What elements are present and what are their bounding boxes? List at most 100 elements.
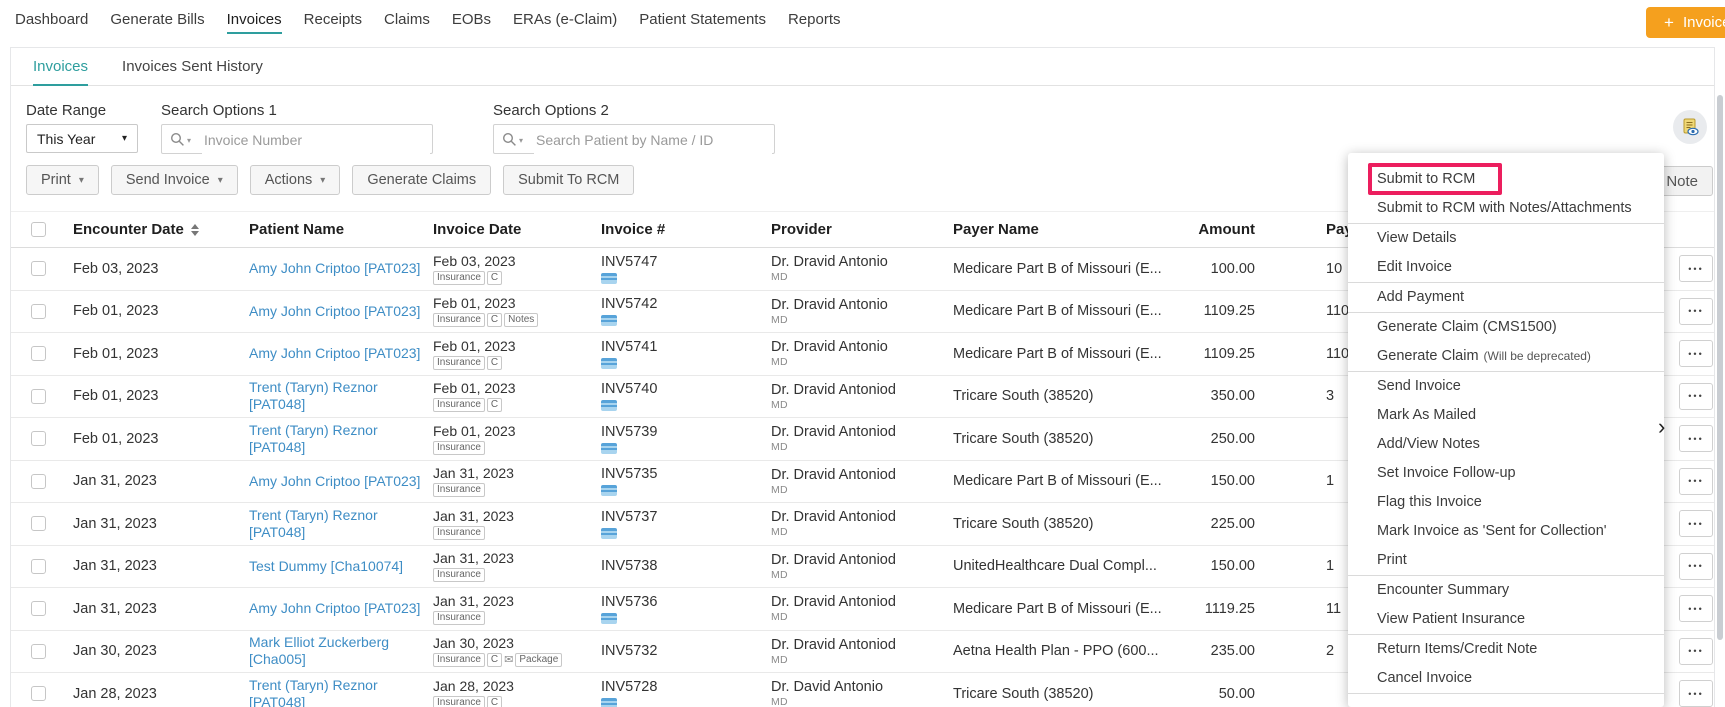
patient-link[interactable]: Amy John Criptoo [PAT023] <box>249 473 427 490</box>
nav-item-eobs[interactable]: EOBs <box>452 11 491 34</box>
date-range-select[interactable]: This Year ▾ <box>26 124 138 153</box>
menu-item-encounter-summary[interactable]: Encounter Summary <box>1348 576 1664 605</box>
row-menu-button[interactable]: ••• <box>1679 680 1713 707</box>
column-header-payer-name[interactable]: Payer Name <box>953 212 1039 247</box>
menu-item-cancel-invoice[interactable]: Cancel Invoice <box>1348 664 1664 693</box>
menu-item-flag-this-invoice[interactable]: Flag this Invoice <box>1348 488 1664 517</box>
invoice-card-icon[interactable] <box>601 442 617 454</box>
nav-item-claims[interactable]: Claims <box>384 11 430 34</box>
nav-item-invoices[interactable]: Invoices <box>226 11 282 34</box>
column-header-provider[interactable]: Provider <box>771 212 832 247</box>
patient-link[interactable]: Amy John Criptoo [PAT023] <box>249 303 427 320</box>
invoice-number: INV5732 <box>601 643 658 660</box>
send-invoice-button[interactable]: Send Invoice ▾ <box>110 165 238 195</box>
select-all-checkbox-wrap <box>31 212 46 247</box>
row-checkbox[interactable] <box>31 601 46 617</box>
menu-item-send-invoice[interactable]: Send Invoice <box>1348 372 1664 401</box>
menu-item-return-items-credit-note[interactable]: Return Items/Credit Note <box>1348 635 1664 664</box>
patient-link[interactable]: Trent (Taryn) Reznor [PAT048] <box>249 507 427 541</box>
row-checkbox[interactable] <box>31 516 46 532</box>
invoice-card-icon[interactable] <box>601 612 617 624</box>
row-menu-button[interactable]: ••• <box>1679 382 1713 410</box>
patient-link[interactable]: Trent (Taryn) Reznor [PAT048] <box>249 422 427 456</box>
patient-link[interactable]: Trent (Taryn) Reznor [PAT048] <box>249 677 427 707</box>
row-menu-button[interactable]: ••• <box>1679 255 1713 283</box>
generate-claims-button[interactable]: Generate Claims <box>352 165 492 195</box>
invoice-card-icon[interactable] <box>601 400 617 412</box>
nav-item-reports[interactable]: Reports <box>788 11 841 34</box>
row-menu-button[interactable]: ••• <box>1679 425 1713 453</box>
invoice-number: INV5747 <box>601 253 658 270</box>
row-menu-button[interactable]: ••• <box>1679 510 1713 538</box>
row-checkbox[interactable] <box>31 346 46 362</box>
column-header-invoice-date[interactable]: Invoice Date <box>433 212 521 247</box>
menu-item-add-payment[interactable]: Add Payment <box>1348 283 1664 312</box>
row-checkbox[interactable] <box>31 261 46 277</box>
nav-item-receipts[interactable]: Receipts <box>304 11 362 34</box>
column-preview-button[interactable] <box>1673 110 1707 144</box>
menu-item-generate-claim[interactable]: Generate Claim (Will be deprecated) <box>1348 342 1664 371</box>
provider-cell: Dr. David Antonio MD <box>771 673 956 707</box>
invoice-card-icon[interactable] <box>601 272 617 284</box>
nav-item-eras-e-claim[interactable]: ERAs (e-Claim) <box>513 11 617 34</box>
row-checkbox[interactable] <box>31 473 46 489</box>
row-checkbox[interactable] <box>31 388 46 404</box>
patient-link[interactable]: Amy John Criptoo [PAT023] <box>249 600 427 617</box>
menu-item-set-invoice-follow-up[interactable]: Set Invoice Follow-up <box>1348 459 1664 488</box>
patient-link[interactable]: Trent (Taryn) Reznor [PAT048] <box>249 379 427 413</box>
invoice-card-icon[interactable] <box>601 357 617 369</box>
actions-button[interactable]: Actions ▾ <box>249 165 341 195</box>
row-menu-button[interactable]: ••• <box>1679 595 1713 623</box>
column-header-encounter-date[interactable]: Encounter Date <box>73 212 199 247</box>
patient-link[interactable]: Test Dummy [Cha10074] <box>249 558 427 575</box>
column-header-patient-name[interactable]: Patient Name <box>249 212 344 247</box>
invoice-card-icon[interactable] <box>601 697 617 707</box>
invoice-card-icon[interactable] <box>601 527 617 539</box>
row-checkbox[interactable] <box>31 303 46 319</box>
menu-item-print[interactable]: Print <box>1348 546 1664 575</box>
invoice-card-icon[interactable] <box>601 315 617 327</box>
tab-invoices[interactable]: Invoices <box>33 58 89 86</box>
column-header-amount[interactable]: Amount <box>1101 212 1255 247</box>
generate-claims-label: Generate Claims <box>367 172 477 188</box>
submit-to-rcm-button[interactable]: Submit To RCM <box>503 165 635 195</box>
row-checkbox[interactable] <box>31 643 46 659</box>
menu-item-mark-as-mailed[interactable]: Mark As Mailed <box>1348 401 1664 430</box>
row-checkbox[interactable] <box>31 686 46 702</box>
provider-name: Dr. Dravid Antoniod <box>771 594 896 611</box>
nav-item-generate-bills[interactable]: Generate Bills <box>110 11 204 34</box>
menu-item-submit-to-rcm-with-notes-attachments[interactable]: Submit to RCM with Notes/Attachments <box>1348 194 1664 223</box>
row-menu-button[interactable]: ••• <box>1679 340 1713 368</box>
add-invoice-button[interactable]: + Invoice <box>1646 7 1725 38</box>
row-checkbox[interactable] <box>31 431 46 447</box>
nav-item-patient-statements[interactable]: Patient Statements <box>639 11 766 34</box>
menu-item-edit-invoice[interactable]: Edit Invoice <box>1348 253 1664 282</box>
tab-invoices-sent-history[interactable]: Invoices Sent History <box>122 58 263 86</box>
row-menu-button[interactable]: ••• <box>1679 637 1713 665</box>
vertical-scrollbar-thumb[interactable] <box>1717 95 1723 640</box>
row-menu-button[interactable]: ••• <box>1679 297 1713 325</box>
row-menu-button[interactable]: ••• <box>1679 467 1713 495</box>
search-options-1-label: Search Options 1 <box>161 102 277 119</box>
menu-item-view-patient-insurance[interactable]: View Patient Insurance <box>1348 605 1664 634</box>
badge-insurance: Insurance <box>433 440 485 455</box>
menu-item-add-view-notes[interactable]: Add/View Notes <box>1348 430 1664 459</box>
row-checkbox[interactable] <box>31 558 46 574</box>
row-menu-button[interactable]: ••• <box>1679 552 1713 580</box>
column-header-invoice[interactable]: Invoice # <box>601 212 665 247</box>
badge-c: C <box>486 398 503 413</box>
print-button[interactable]: Print ▾ <box>26 165 99 195</box>
patient-link[interactable]: Amy John Criptoo [PAT023] <box>249 345 427 362</box>
select-all-checkbox[interactable] <box>31 222 46 237</box>
invoice-number-input[interactable] <box>202 125 430 155</box>
invoice-card-icon[interactable] <box>601 485 617 497</box>
menu-item-generate-claim-cms1500[interactable]: Generate Claim (CMS1500) <box>1348 313 1664 342</box>
patient-search-input[interactable] <box>534 125 772 155</box>
menu-item-submit-to-rcm[interactable]: Submit to RCM <box>1348 163 1664 195</box>
patient-link[interactable]: Mark Elliot Zuckerberg [Cha005] <box>249 634 427 668</box>
nav-item-dashboard[interactable]: Dashboard <box>15 11 88 34</box>
patient-link[interactable]: Amy John Criptoo [PAT023] <box>249 260 427 277</box>
menu-item-mark-invoice-as-sent-for-collection[interactable]: Mark Invoice as 'Sent for Collection' <box>1348 517 1664 546</box>
amount-cell: 1109.25 <box>1203 345 1255 362</box>
menu-item-view-details[interactable]: View Details <box>1348 224 1664 253</box>
